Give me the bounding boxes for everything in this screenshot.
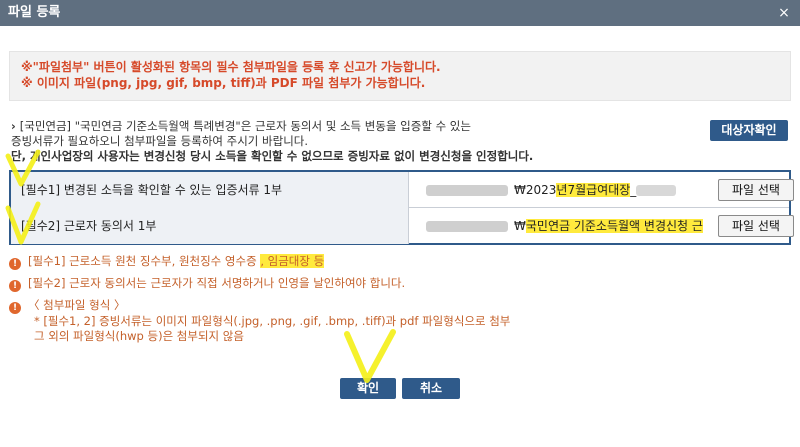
info-highlight: , 임금대장 등	[260, 254, 325, 268]
close-icon[interactable]: ×	[777, 0, 791, 26]
file-path-highlight: 년7월급여대장	[556, 183, 631, 197]
file-path-highlight: 국민연금 기준소득월액 변경신청 근	[525, 219, 703, 233]
target-check-button[interactable]: 대상자확인	[710, 120, 788, 141]
required-file-label: [필수1] 변경된 소득을 확인할 수 있는 입증서류 1부	[11, 172, 409, 208]
alert-icon: !	[9, 258, 21, 270]
cancel-button[interactable]: 취소	[402, 378, 460, 399]
description-line-2: 증빙서류가 필요하오니 첨부파일을 등록하여 주시기 바랍니다.	[11, 134, 309, 148]
required-file-row: [필수1] 변경된 소득을 확인할 수 있는 입증서류 1부 ₩2023년7월급…	[11, 172, 794, 208]
redacted-path	[426, 185, 508, 196]
info-text: 그 외의 파일형식(hwp 등)은 첨부되지 않음	[34, 329, 244, 343]
required-files-table: [필수1] 변경된 소득을 확인할 수 있는 입증서류 1부 ₩2023년7월급…	[9, 170, 794, 245]
chevron-right-icon: ›	[11, 119, 16, 133]
file-path-field[interactable]: ₩2023년7월급여대장_	[418, 180, 712, 200]
info-item-3: ! 〈 첨부파일 형식 〉 * [필수1, 2] 증빙서류는 이미지 파일형식(.…	[9, 298, 709, 344]
notice-box: ※"파일첨부" 버튼이 활성화된 항목의 필수 첨부파일을 등록 후 신고가 가…	[9, 51, 791, 101]
info-text: * [필수1, 2] 증빙서류는 이미지 파일형식(.jpg, .png, .g…	[34, 314, 511, 328]
description: › [국민연금] "국민연금 기준소득월액 특례변경"은 근로자 동의서 및 소득…	[11, 119, 661, 164]
redacted-path	[636, 185, 677, 196]
dialog-title: 파일 등록	[8, 5, 61, 20]
alert-icon: !	[9, 280, 21, 292]
notice-line-1: ※"파일첨부" 버튼이 활성화된 항목의 필수 첨부파일을 등록 후 신고가 가…	[21, 60, 441, 74]
file-path-field[interactable]: ₩국민연금 기준소득월액 변경신청 근	[418, 216, 712, 236]
info-title: 〈 첨부파일 형식 〉	[28, 298, 126, 312]
file-path-prefix: ₩	[514, 219, 526, 233]
file-select-button[interactable]: 파일 선택	[718, 179, 794, 201]
description-line-1: [국민연금] "국민연금 기준소득월액 특례변경"은 근로자 동의서 및 소득 …	[19, 119, 471, 133]
required-file-row: [필수2] 근로자 동의서 1부 ₩국민연금 기준소득월액 변경신청 근 파일 …	[11, 208, 794, 244]
info-item-1: ! [필수1] 근로소득 원천 징수부, 원천징수 영수증 , 임금대장 등	[9, 254, 709, 270]
confirm-button[interactable]: 확인	[340, 378, 396, 399]
dialog-titlebar: 파일 등록 ×	[0, 0, 800, 26]
alert-icon: !	[9, 302, 21, 314]
file-select-button[interactable]: 파일 선택	[718, 215, 794, 237]
file-path-prefix: ₩2023	[514, 183, 557, 197]
notice-line-2: ※ 이미지 파일(png, jpg, gif, bmp, tiff)과 PDF …	[21, 76, 426, 90]
info-item-2: ! [필수2] 근로자 동의서는 근로자가 직접 서명하거나 인영을 날인하여야 …	[9, 276, 709, 292]
redacted-path	[426, 221, 508, 232]
info-text: [필수2] 근로자 동의서는 근로자가 직접 서명하거나 인영을 날인하여야 합…	[28, 276, 406, 290]
info-text: [필수1] 근로소득 원천 징수부, 원천징수 영수증	[28, 254, 261, 268]
description-line-3: 단, 개인사업장의 사용자는 변경신청 당시 소득을 확인할 수 없으므로 증빙…	[11, 149, 534, 163]
required-file-label: [필수2] 근로자 동의서 1부	[11, 208, 409, 244]
